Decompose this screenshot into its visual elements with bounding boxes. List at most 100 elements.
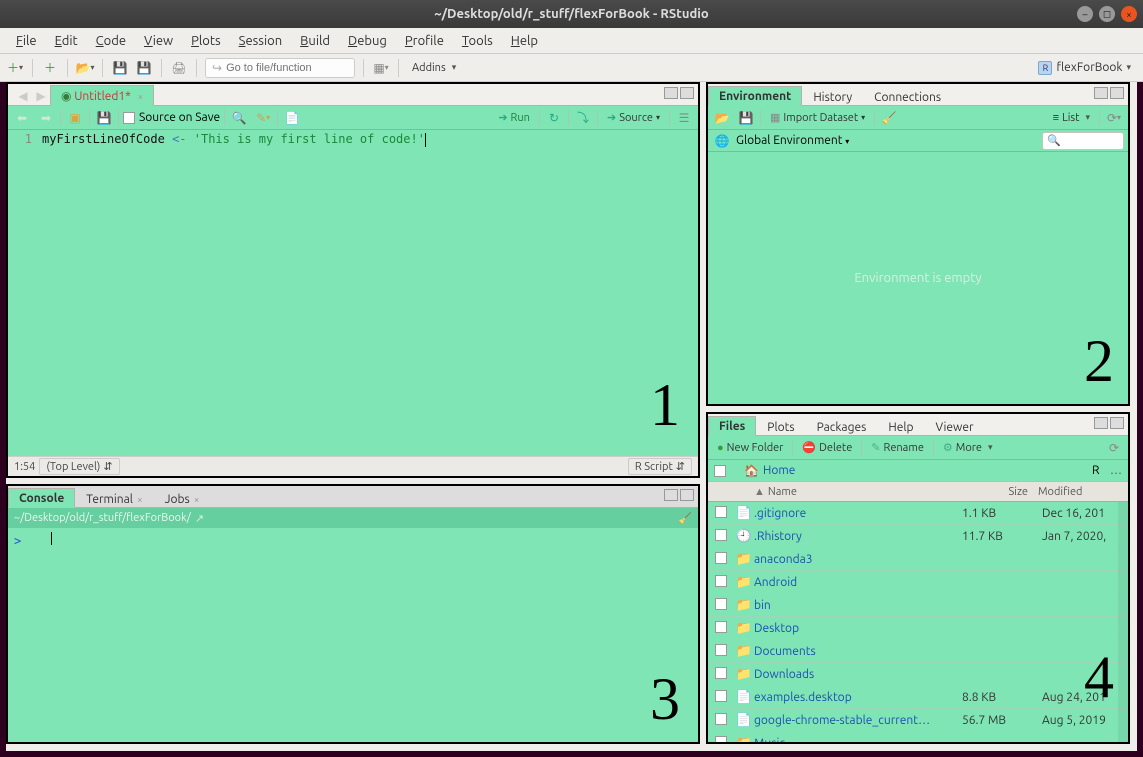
tab-plots[interactable]: Plots [756,417,805,436]
row-checkbox[interactable] [708,667,734,682]
select-all-checkbox[interactable] [714,465,726,477]
load-workspace-icon[interactable]: 📂 [712,109,732,127]
import-dataset-menu[interactable]: ▦ Import Dataset ▾ [765,110,870,125]
file-name[interactable]: .Rhistory [754,530,962,543]
tab-close-icon[interactable]: × [138,91,144,102]
pane-minimize-button[interactable] [664,489,678,501]
outline-toggle-icon[interactable]: ☰ [674,109,694,127]
file-row[interactable]: 📄.gitignore1.1 KBDec 16, 201 [708,502,1128,525]
delete-button[interactable]: ⛔ Delete [797,440,857,455]
menu-code[interactable]: Code [88,31,134,51]
goto-project-dir-icon[interactable]: R [1092,464,1106,478]
back-arrow-icon[interactable]: ⬅ [12,109,32,127]
file-name[interactable]: Desktop [754,622,962,635]
menu-edit[interactable]: Edit [47,31,86,51]
tab-viewer[interactable]: Viewer [924,417,984,436]
rerun-icon[interactable]: ↻ [544,109,564,127]
pane-minimize-button[interactable] [1094,87,1108,99]
file-name[interactable]: examples.desktop [754,691,962,704]
save-file-icon[interactable]: 💾 [94,109,114,127]
tab-environment[interactable]: Environment [708,86,802,106]
scrollbar[interactable] [1118,502,1128,742]
menu-file[interactable]: File [8,31,45,51]
row-checkbox[interactable] [708,713,734,728]
col-header-modified[interactable]: Modified [1038,486,1128,498]
breadcrumb-home[interactable]: Home [763,464,795,477]
file-row[interactable]: 📁Downloads [708,663,1128,686]
refresh-env-icon[interactable]: ⟳▾ [1104,109,1124,127]
save-workspace-icon[interactable]: 💾 [736,109,756,127]
tab-history[interactable]: History [802,87,863,106]
project-selector[interactable]: R flexForBook ▾ [1032,59,1137,77]
menu-help[interactable]: Help [503,31,546,51]
menu-build[interactable]: Build [292,31,338,51]
menu-plots[interactable]: Plots [183,31,229,51]
grid-view-button[interactable]: ▦▾ [372,59,390,77]
window-minimize-button[interactable]: – [1077,6,1093,22]
new-folder-button[interactable]: ● New Folder [712,441,788,455]
file-name[interactable]: .gitignore [754,507,962,520]
menu-profile[interactable]: Profile [397,31,452,51]
env-scope-selector[interactable]: Global Environment ▾ [736,134,849,147]
pane-minimize-button[interactable] [1094,417,1108,429]
row-checkbox[interactable] [708,506,734,521]
pane-minimize-button[interactable] [664,87,678,99]
tab-files[interactable]: Files [708,416,756,436]
menu-session[interactable]: Session [231,31,290,51]
menu-tools[interactable]: Tools [454,31,501,51]
row-checkbox[interactable] [708,529,734,544]
tab-help[interactable]: Help [877,417,924,436]
file-row[interactable]: 📁anaconda3 [708,548,1128,571]
file-row[interactable]: 📄examples.desktop8.8 KBAug 24, 201 [708,686,1128,709]
compile-report-icon[interactable]: 📄 [282,109,302,127]
row-checkbox[interactable] [708,644,734,659]
tab-console[interactable]: Console [8,488,75,508]
tab-close-icon[interactable]: × [194,494,200,505]
clear-env-icon[interactable]: 🧹 [879,109,899,127]
file-row[interactable]: 🕘.Rhistory11.7 KBJan 7, 2020, [708,525,1128,548]
tab-packages[interactable]: Packages [806,417,878,436]
save-button[interactable]: 💾 [111,59,129,77]
new-project-button[interactable]: ＋ [41,59,59,77]
window-close-button[interactable]: × [1121,6,1137,22]
source-on-save-checkbox[interactable]: Source on Save [123,111,220,124]
print-button[interactable]: 🖨 [170,59,188,77]
pane-maximize-button[interactable] [1110,417,1124,429]
save-all-button[interactable]: 💾 [135,59,153,77]
file-name[interactable]: anaconda3 [754,553,962,566]
find-replace-icon[interactable]: 🔍 [229,109,249,127]
row-checkbox[interactable] [708,736,734,743]
row-checkbox[interactable] [708,575,734,590]
back-nav-icon[interactable]: ◀ [14,87,32,105]
tab-jobs[interactable]: Jobs× [154,489,211,508]
file-row[interactable]: 📁Music [708,732,1128,742]
file-name[interactable]: Music [754,737,962,743]
refresh-files-icon[interactable]: ⟳ [1104,439,1124,457]
console-body[interactable]: > [8,528,698,742]
editor-area[interactable]: 1 myFirstLineOfCode <- 'This is my first… [8,130,698,456]
file-name[interactable]: Android [754,576,962,589]
file-name[interactable]: Documents [754,645,962,658]
home-icon[interactable]: 🏠 [744,464,759,478]
open-file-button[interactable]: 📂▾ [76,59,94,77]
file-name[interactable]: Downloads [754,668,962,681]
goto-input[interactable] [226,62,348,74]
addins-menu[interactable]: Addins [407,61,461,75]
env-search-box[interactable]: 🔍 [1042,132,1124,150]
file-name[interactable]: google-chrome-stable_current… [754,714,962,727]
run-button[interactable]: ➔Run [493,110,535,125]
col-header-size[interactable]: Size [958,486,1038,498]
file-row[interactable]: 📄google-chrome-stable_current…56.7 MBAug… [708,709,1128,732]
menu-view[interactable]: View [136,31,181,51]
source-tab-untitled[interactable]: ◉ Untitled1* × [50,85,154,106]
tab-connections[interactable]: Connections [863,87,952,106]
forward-nav-icon[interactable]: ▶ [32,87,50,105]
row-checkbox[interactable] [708,690,734,705]
scope-selector[interactable]: (Top Level) ⇵ [39,458,119,475]
rename-button[interactable]: ✎ Rename [866,440,929,455]
code-text[interactable]: myFirstLineOfCode <- 'This is my first l… [38,130,698,456]
more-path-icon[interactable]: … [1110,464,1122,477]
row-checkbox[interactable] [708,552,734,567]
code-tools-icon[interactable]: ✎▾ [253,109,273,127]
row-checkbox[interactable] [708,621,734,636]
